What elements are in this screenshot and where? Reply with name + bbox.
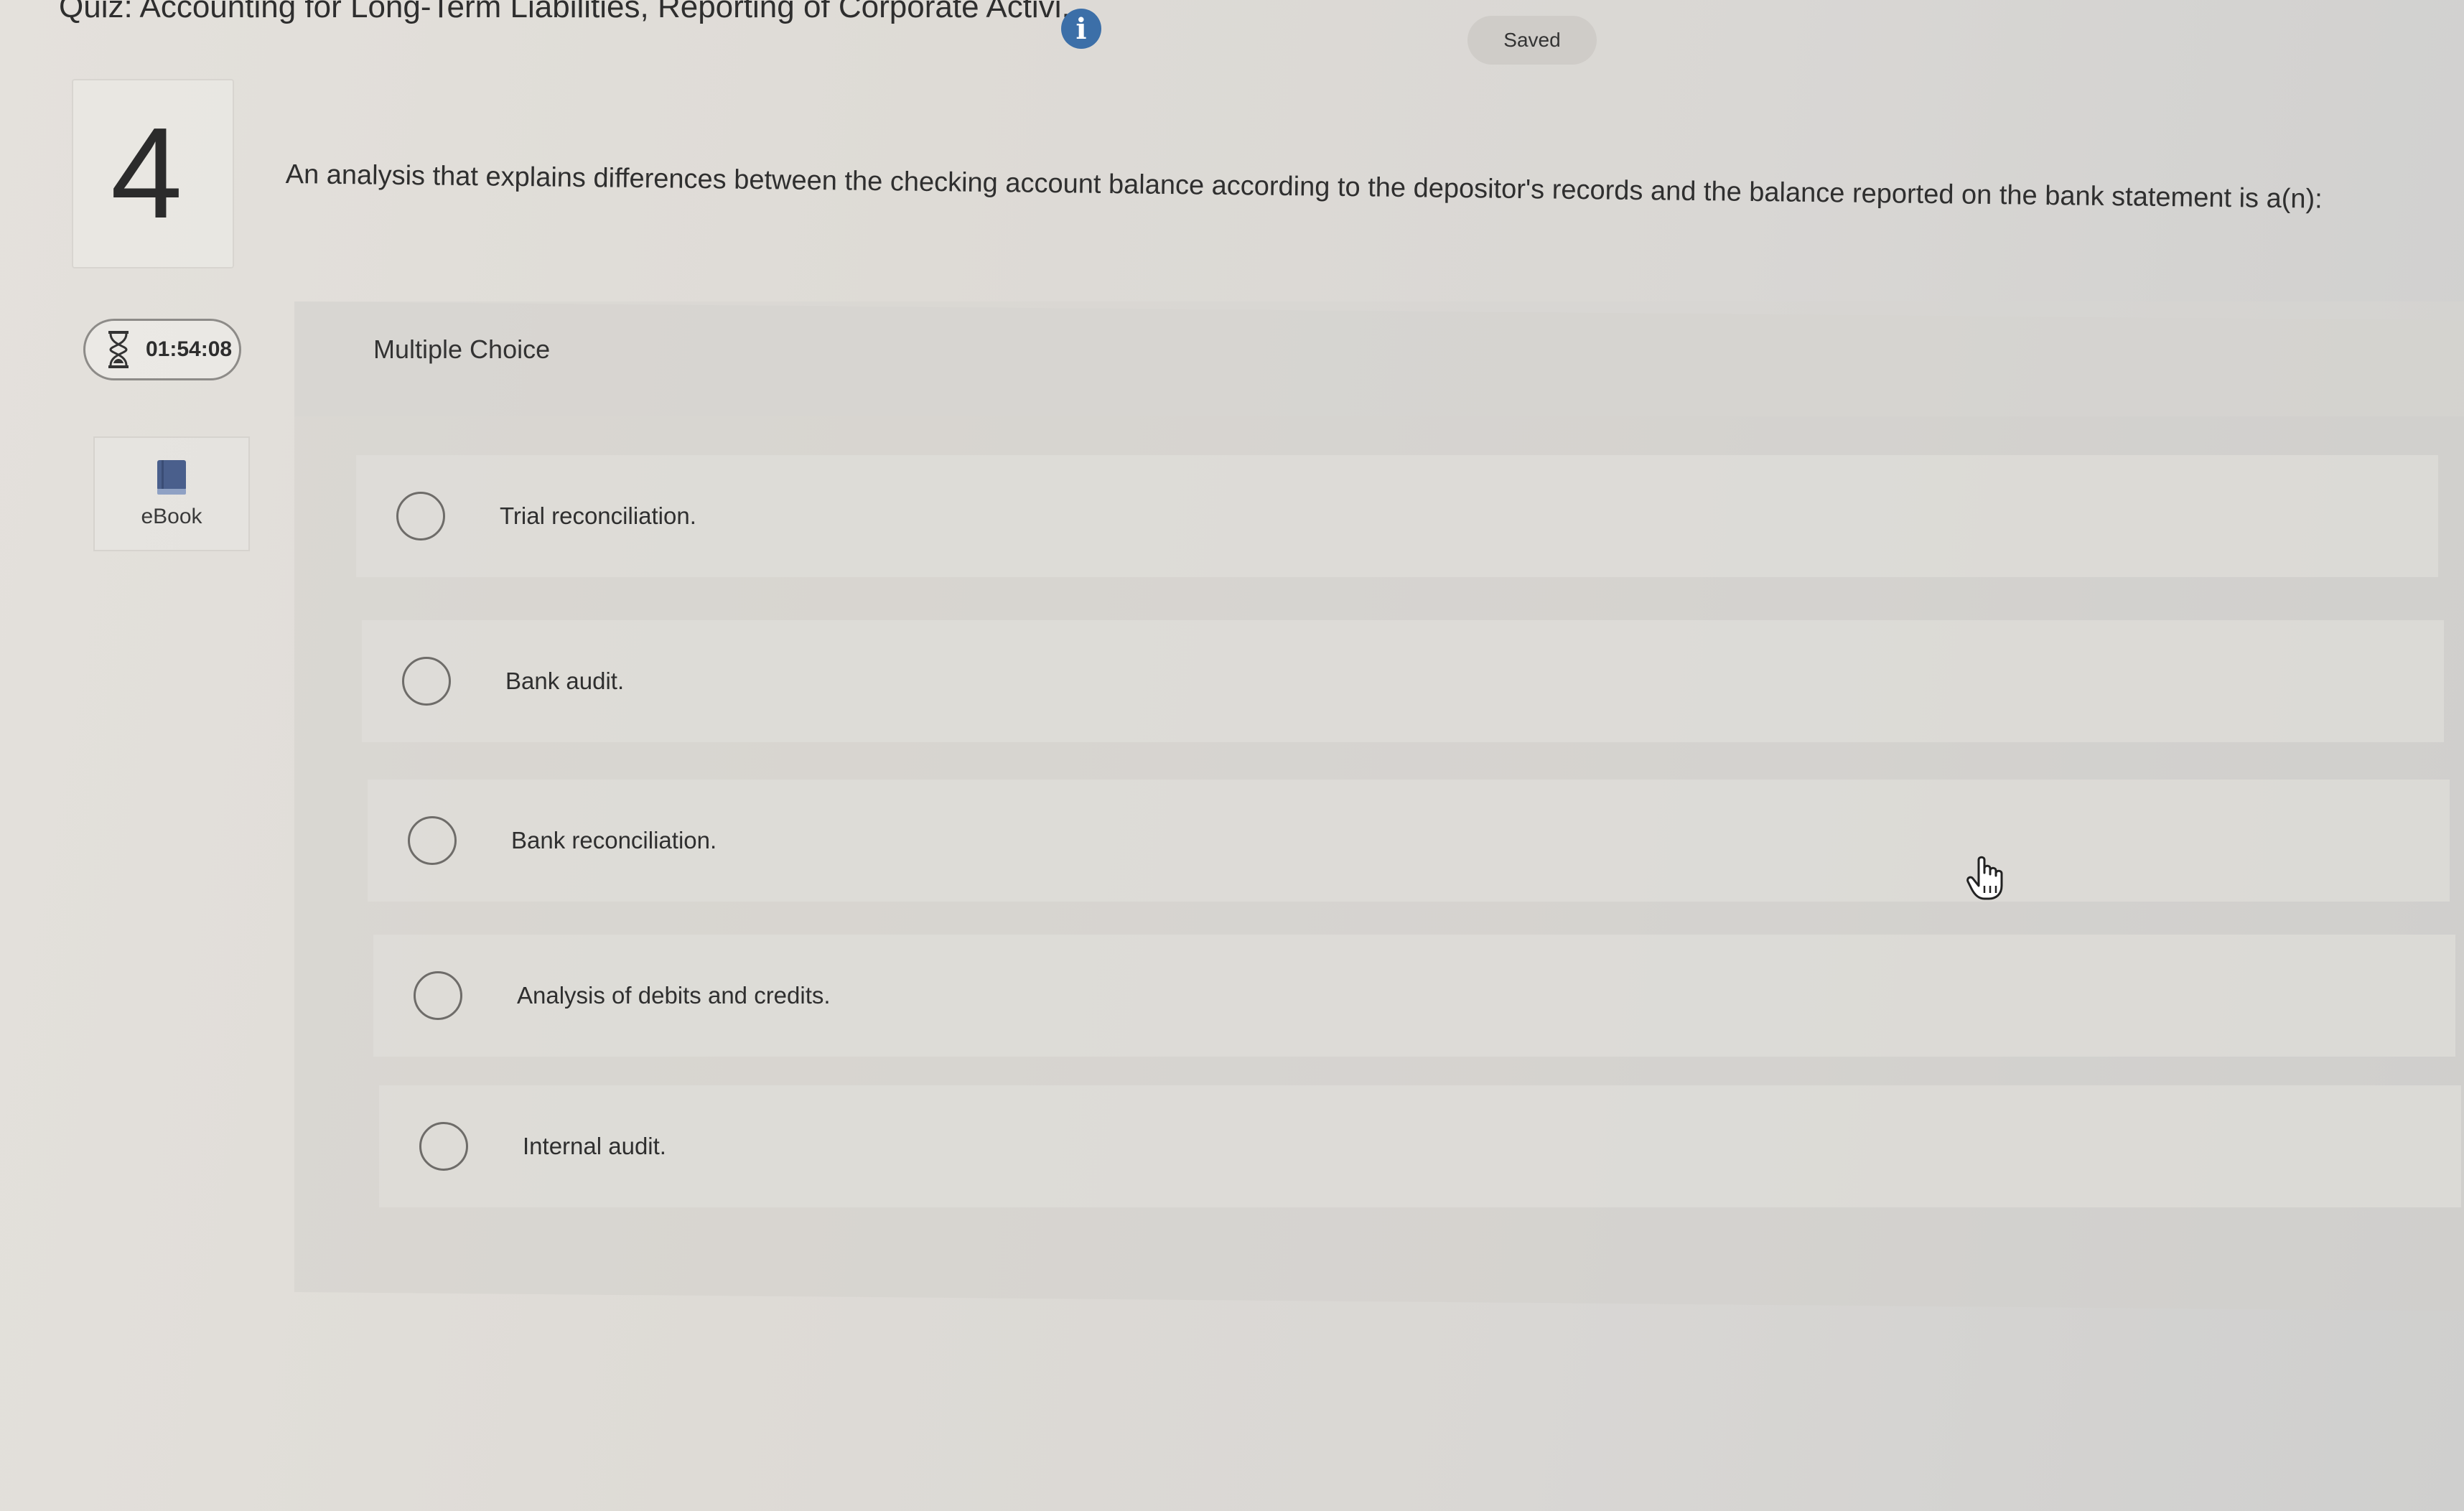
- answer-option[interactable]: Internal audit.: [379, 1085, 2461, 1207]
- ebook-button[interactable]: eBook: [93, 436, 250, 551]
- radio-button[interactable]: [408, 816, 457, 865]
- question-number: 4: [111, 101, 183, 245]
- option-label: Bank audit.: [505, 668, 625, 694]
- saved-status-badge: Saved: [1467, 16, 1597, 65]
- question-number-box: 4: [72, 79, 234, 268]
- ebook-label: eBook: [141, 505, 202, 528]
- answer-option[interactable]: Bank reconciliation.: [368, 780, 2450, 902]
- radio-button[interactable]: [414, 971, 462, 1020]
- book-icon: [157, 460, 186, 495]
- timer-value: 01:54:08: [146, 337, 233, 361]
- top-bar: Quiz: Accounting for Long-Term Liabiliti…: [0, 0, 2464, 72]
- question-type-label: Multiple Choice: [373, 335, 551, 364]
- hourglass-icon: [108, 331, 129, 368]
- radio-button[interactable]: [402, 657, 451, 706]
- option-label: Analysis of debits and credits.: [517, 982, 831, 1009]
- option-label: Bank reconciliation.: [511, 827, 717, 853]
- answer-option[interactable]: Analysis of debits and credits.: [373, 935, 2455, 1057]
- hand-cursor-icon: [1966, 856, 2003, 900]
- question-text: An analysis that explains differences be…: [285, 159, 2323, 215]
- answer-panel-header: [294, 301, 2464, 416]
- answer-option[interactable]: Trial reconciliation.: [356, 455, 2438, 577]
- quiz-title: Quiz: Accounting for Long-Term Liabiliti…: [59, 0, 1088, 24]
- option-label: Internal audit.: [523, 1133, 666, 1159]
- info-icon[interactable]: i: [1061, 9, 1101, 49]
- answer-option[interactable]: Bank audit.: [362, 620, 2444, 742]
- radio-button[interactable]: [419, 1122, 468, 1171]
- timer[interactable]: 01:54:08: [83, 319, 241, 380]
- radio-button[interactable]: [396, 492, 445, 541]
- option-label: Trial reconciliation.: [500, 502, 696, 529]
